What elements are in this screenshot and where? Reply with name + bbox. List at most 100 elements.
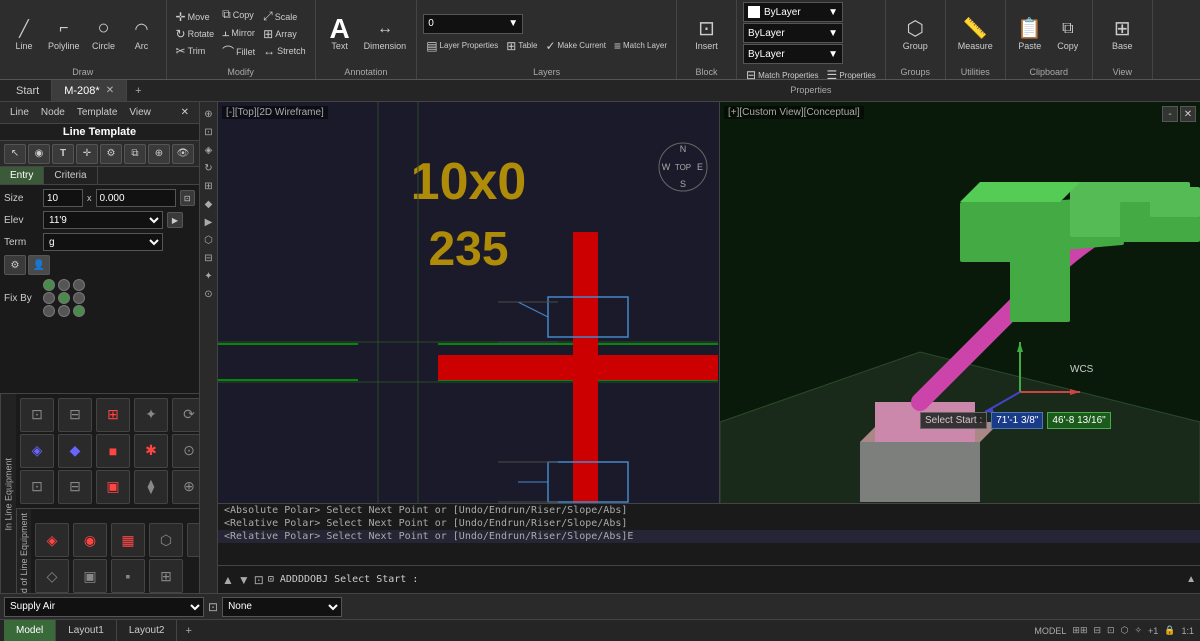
inline-item-0[interactable]: ⊡	[20, 398, 54, 432]
inline-item-9[interactable]: ⊙	[172, 434, 199, 468]
view-base-button[interactable]: ⊞ Base	[1104, 15, 1140, 53]
btab-layout2[interactable]: Layout2	[117, 620, 178, 641]
array-button[interactable]: ⊞Array	[260, 26, 309, 42]
arc-button[interactable]: ◠ Arc	[124, 15, 160, 53]
lp-visibility-btn[interactable]: 👁	[172, 144, 194, 164]
group-button[interactable]: ⬡ Group	[897, 15, 933, 53]
properties-button[interactable]: ☰Properties	[824, 67, 879, 83]
settings-icon-2[interactable]: 👤	[28, 255, 50, 275]
inline-item-12[interactable]: ▣	[96, 470, 130, 504]
size-pick-btn[interactable]: ⊡	[180, 190, 196, 206]
circle-button[interactable]: ○ Circle	[86, 15, 122, 53]
menu-node[interactable]: Node	[35, 107, 71, 118]
text-button[interactable]: A Text	[322, 15, 358, 53]
table-button[interactable]: ⊞Table	[503, 38, 540, 54]
inline-item-11[interactable]: ⊟	[58, 470, 92, 504]
status-polar[interactable]: ⬡	[1121, 625, 1129, 636]
tab-close-icon[interactable]: ✕	[106, 85, 114, 96]
move-button[interactable]: ✛Move	[173, 9, 218, 25]
inline-item-7[interactable]: ■	[96, 434, 130, 468]
inline-item-2[interactable]: ⊞	[96, 398, 130, 432]
menu-template[interactable]: Template	[71, 107, 124, 118]
fix-dot-5[interactable]	[73, 292, 85, 304]
strip-btn-1[interactable]: ⊕	[201, 106, 217, 122]
lp-settings-btn[interactable]: ⚙	[100, 144, 122, 164]
strip-btn-9[interactable]: ⊟	[201, 250, 217, 266]
bylayer-color-dropdown[interactable]: ByLayer ▼	[743, 2, 843, 22]
polyline-button[interactable]: ⌐ Polyline	[44, 15, 84, 53]
end-item-7[interactable]: ▪	[111, 559, 145, 593]
copy-button[interactable]: ⧉Copy	[219, 6, 258, 23]
inline-item-5[interactable]: ◈	[20, 434, 54, 468]
trim-button[interactable]: ✂Trim	[173, 43, 218, 59]
supply-air-select[interactable]: Supply Air	[4, 597, 204, 617]
fix-dot-0[interactable]	[43, 279, 55, 291]
viewport-3d[interactable]: [+][Custom View][Conceptual] - ✕	[720, 102, 1200, 503]
status-ortho[interactable]: ⊡	[1107, 625, 1115, 636]
lp-node-btn[interactable]: ◉	[28, 144, 50, 164]
btab-model[interactable]: Model	[4, 620, 56, 641]
end-item-6[interactable]: ▣	[73, 559, 107, 593]
viewport-2d[interactable]: [-][Top][2D Wireframe] 10x0 235	[218, 102, 720, 503]
measure-button[interactable]: 📏 Measure	[954, 15, 997, 53]
stretch-button[interactable]: ↔Stretch	[260, 43, 309, 59]
end-item-8[interactable]: ⊞	[149, 559, 183, 593]
fix-dot-6[interactable]	[43, 305, 55, 317]
match-properties-button[interactable]: ⊟Match Properties	[743, 67, 822, 83]
fillet-button[interactable]: ⌒Fillet	[219, 42, 258, 61]
end-item-3[interactable]: ⬡	[149, 523, 183, 557]
strip-btn-7[interactable]: ▶	[201, 214, 217, 230]
btab-add-button[interactable]: +	[177, 620, 199, 641]
fix-dot-4[interactable]	[58, 292, 70, 304]
layer-dropdown[interactable]: 0 ▼	[423, 14, 523, 34]
layer-properties-button[interactable]: ▤Layer Properties	[423, 38, 501, 54]
inline-item-8[interactable]: ✱	[134, 434, 168, 468]
status-snap[interactable]: ⊟	[1094, 625, 1102, 636]
status-osnap[interactable]: ✧	[1134, 625, 1142, 636]
coord1-display[interactable]: 71'-1 3/8"	[991, 412, 1043, 429]
lp-cursor-btn[interactable]: ↖	[4, 144, 26, 164]
strip-btn-2[interactable]: ⊡	[201, 124, 217, 140]
fix-dot-8[interactable]	[73, 305, 85, 317]
strip-btn-6[interactable]: ◆	[201, 196, 217, 212]
mirror-button[interactable]: ⫠Mirror	[219, 24, 258, 41]
inline-item-6[interactable]: ◆	[58, 434, 92, 468]
make-current-button[interactable]: ✓Make Current	[542, 38, 609, 54]
menu-line[interactable]: Line	[4, 107, 35, 118]
lp-move-btn[interactable]: ✛	[76, 144, 98, 164]
end-item-5[interactable]: ◇	[35, 559, 69, 593]
elev-arrow-btn[interactable]: ▶	[167, 212, 183, 228]
tab-add-button[interactable]: +	[127, 80, 149, 101]
lp-tab-entry[interactable]: Entry	[0, 167, 44, 184]
scale-button[interactable]: ⤢Scale	[260, 8, 309, 25]
fix-dot-3[interactable]	[43, 292, 55, 304]
line-button[interactable]: ╱ Line	[6, 15, 42, 53]
strip-btn-8[interactable]: ⬡	[201, 232, 217, 248]
fix-dot-1[interactable]	[58, 279, 70, 291]
clipboard-copy-button[interactable]: ⧉ Copy	[1050, 15, 1086, 53]
strip-btn-5[interactable]: ⊞	[201, 178, 217, 194]
inline-item-13[interactable]: ⧫	[134, 470, 168, 504]
size-x-input[interactable]	[96, 189, 176, 207]
inline-item-10[interactable]: ⊡	[20, 470, 54, 504]
bylayer-linetype-dropdown[interactable]: ByLayer ▼	[743, 23, 843, 43]
dimension-button[interactable]: ↔ Dimension	[360, 15, 411, 53]
inline-item-14[interactable]: ⊕	[172, 470, 199, 504]
inline-item-4[interactable]: ⟳	[172, 398, 199, 432]
status-grid[interactable]: ⊞⊞	[1072, 625, 1087, 636]
fix-dot-7[interactable]	[58, 305, 70, 317]
vp3d-minus-btn[interactable]: -	[1162, 106, 1178, 122]
paste-button[interactable]: 📋 Paste	[1012, 15, 1048, 53]
coord2-display[interactable]: 46'-8 13/16"	[1047, 412, 1110, 429]
left-panel-close-button[interactable]: ✕	[175, 107, 195, 118]
status-lock[interactable]: 🔒	[1164, 625, 1175, 636]
rotate-button[interactable]: ↻Rotate	[173, 26, 218, 42]
cmd-expand-icon[interactable]: ▲	[1186, 574, 1196, 585]
inline-item-3[interactable]: ✦	[134, 398, 168, 432]
none-select[interactable]: None	[222, 597, 342, 617]
strip-btn-10[interactable]: ✦	[201, 268, 217, 284]
end-item-4[interactable]: ⊕	[187, 523, 199, 557]
btab-layout1[interactable]: Layout1	[56, 620, 117, 641]
settings-icon-1[interactable]: ⚙	[4, 255, 26, 275]
end-item-0[interactable]: ◈	[35, 523, 69, 557]
